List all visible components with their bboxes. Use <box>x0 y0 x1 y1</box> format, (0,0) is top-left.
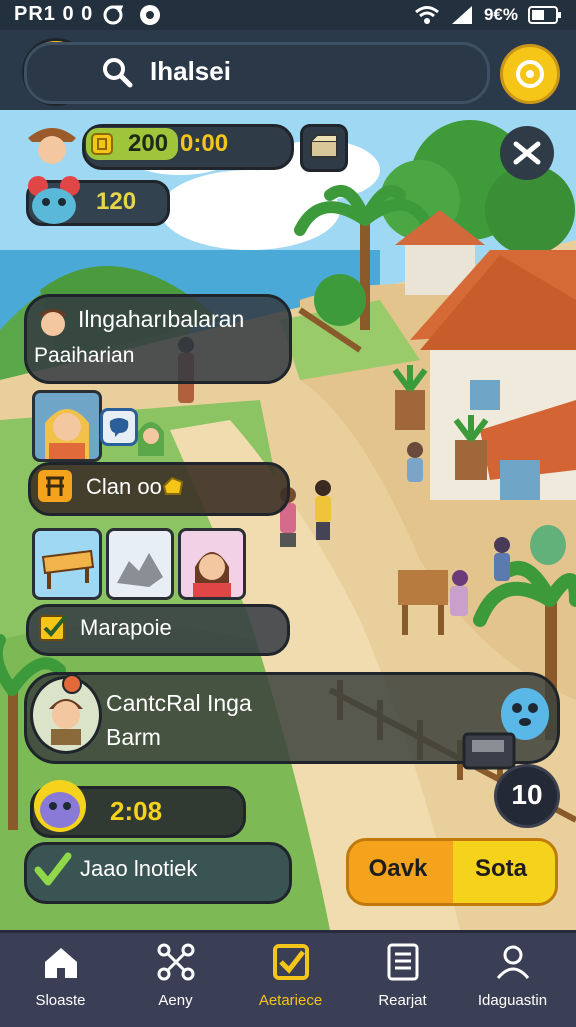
hero-portrait[interactable] <box>24 116 80 170</box>
table-icon <box>41 549 95 589</box>
checkbox-icon <box>273 944 309 980</box>
person-icon <box>496 945 530 979</box>
coin-icon <box>516 60 544 88</box>
network-icon <box>157 943 195 981</box>
document-icon <box>387 943 419 981</box>
pet-creature-icon <box>28 176 80 224</box>
npc-portrait-icon <box>38 309 68 336</box>
coin-shop-button[interactable] <box>500 44 560 104</box>
character-name: CantcRal Inga <box>106 690 252 716</box>
checklist-icon <box>39 614 68 641</box>
checkmark-icon <box>34 852 72 886</box>
notification-icon <box>140 5 160 25</box>
timer-value: 0:00 <box>180 130 229 157</box>
nav-label-profile: Idaguastin <box>477 992 548 1009</box>
timer-chip-value: 2:08 <box>110 796 163 826</box>
nav-label-tasks: Aetariece <box>258 992 323 1009</box>
hero-hat-icon <box>28 128 76 164</box>
search-bar[interactable] <box>24 42 490 104</box>
item-card-table[interactable] <box>32 528 102 600</box>
clan-label: Clan oo <box>86 474 162 499</box>
inventory-button[interactable] <box>300 124 348 172</box>
sync-icon <box>103 5 124 25</box>
status-bar: PR1 0 0 9€% <box>0 0 576 30</box>
nav-item-home[interactable]: Sloaste <box>3 930 118 1024</box>
quest-title: Ilngaharıbalaran <box>78 306 245 332</box>
villager-card-2[interactable] <box>134 412 168 456</box>
clan-badge <box>38 470 72 502</box>
oavk-button[interactable]: Oavk <box>346 838 450 900</box>
nav-label-home: Sloaste <box>35 992 86 1009</box>
close-map-button[interactable] <box>500 126 554 180</box>
message-button[interactable] <box>100 408 138 446</box>
nav-item-tasks[interactable]: Aetariece <box>233 930 348 1024</box>
nav-item-network[interactable]: Aeny <box>118 930 233 1024</box>
villager-portrait-icon <box>45 409 89 459</box>
woman-portrait-icon <box>193 552 231 597</box>
pet-portrait[interactable] <box>24 172 84 228</box>
gate-icon <box>46 476 64 496</box>
villager-card-3[interactable] <box>178 528 246 600</box>
status-bar-left-text: PR1 0 0 <box>14 3 94 25</box>
coin-count: 200 <box>128 130 169 157</box>
chest-icon <box>310 134 338 158</box>
counter-badge[interactable]: 10 <box>494 764 560 828</box>
quest-subtitle: Paaiharian <box>34 344 135 367</box>
alert-dot-icon <box>62 674 82 694</box>
pet-count: 120 <box>96 188 137 215</box>
status-bar-right: 9€% <box>414 4 562 26</box>
quest-npc-avatar <box>34 300 72 340</box>
monster-avatar[interactable] <box>28 776 92 838</box>
coin-stack-icon <box>91 133 113 155</box>
sota-button[interactable]: Sota <box>450 838 552 900</box>
villager-card-1[interactable] <box>32 390 102 462</box>
task-label: Marapoie <box>80 615 172 640</box>
search-icon <box>103 58 133 88</box>
signal-icon <box>451 6 472 24</box>
check-label: Jaao lnotiek <box>80 856 198 881</box>
stone-figure-icon <box>117 553 163 587</box>
nav-item-report[interactable]: Rearjat <box>345 930 460 1024</box>
character-subtitle: Barm <box>106 724 161 750</box>
battery-text: 9€% <box>483 5 518 24</box>
nav-label-report: Rearjat <box>378 992 427 1009</box>
item-card-sculpture[interactable] <box>106 528 174 600</box>
search-input[interactable]: Ihalsei <box>150 56 231 87</box>
battery-icon <box>528 6 561 24</box>
gold-hand-icon <box>162 476 184 495</box>
home-icon <box>45 948 77 978</box>
nav-label-network: Aeny <box>158 992 193 1009</box>
close-icon <box>513 141 541 165</box>
nav-item-profile[interactable]: Idaguastin <box>455 930 570 1024</box>
purple-monster-icon <box>34 780 86 832</box>
green-hood-villager-icon <box>138 422 164 456</box>
wifi-icon <box>415 6 439 24</box>
counter-value: 10 <box>511 779 543 810</box>
chat-bubble-icon <box>109 418 129 437</box>
